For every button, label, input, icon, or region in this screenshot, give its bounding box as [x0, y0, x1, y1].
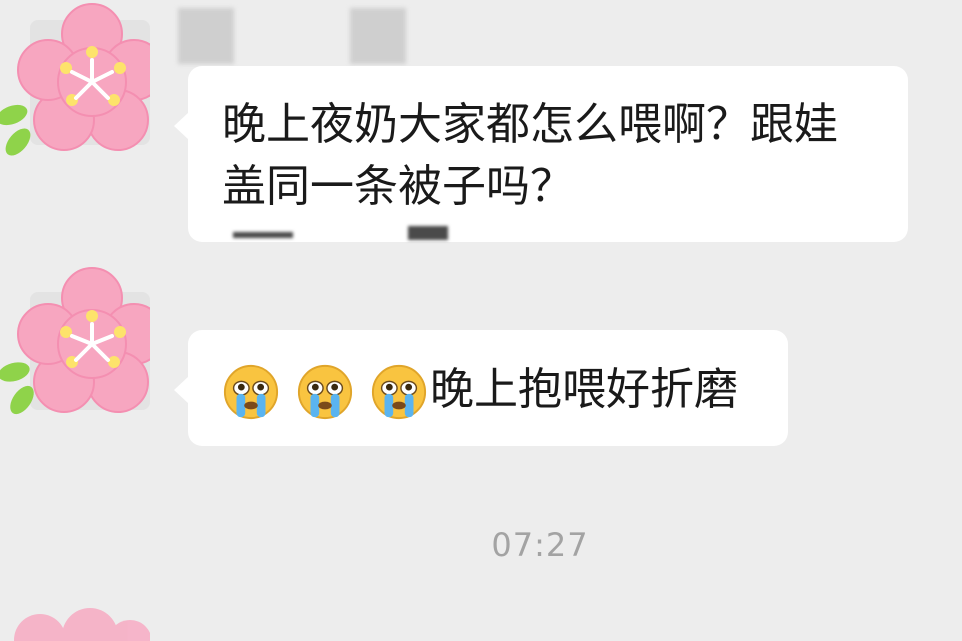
avatar[interactable] [0, 600, 150, 641]
message-bubble[interactable]: 晚上夜奶大家都怎么喂啊？跟娃盖同一条被子吗？ [174, 66, 908, 242]
blurred-fragment [408, 226, 448, 240]
chat-view: 晚上夜奶大家都怎么喂啊？跟娃盖同一条被子吗？ 晚上抱喂好折磨 07:27 [0, 0, 962, 641]
crying-face-icon [297, 364, 353, 420]
blurred-sender-name [178, 8, 234, 64]
message-text: 晚上抱喂好折磨 [430, 364, 738, 415]
blurred-sender-name [350, 8, 406, 64]
emoji-group [222, 359, 430, 421]
flower-icon [0, 3, 165, 156]
crying-face-icon [223, 364, 279, 420]
message-text: 晚上夜奶大家都怎么喂啊？跟娃盖同一条被子吗？ [222, 99, 838, 212]
flower-icon [14, 608, 150, 641]
avatar[interactable] [0, 0, 165, 156]
crying-face-icon [371, 364, 427, 420]
flower-icon [0, 267, 165, 415]
blurred-fragment [233, 232, 293, 238]
message-bubble[interactable]: 晚上抱喂好折磨 [174, 330, 788, 446]
message-timestamp: 07:27 [491, 526, 589, 564]
avatar[interactable] [0, 262, 165, 415]
